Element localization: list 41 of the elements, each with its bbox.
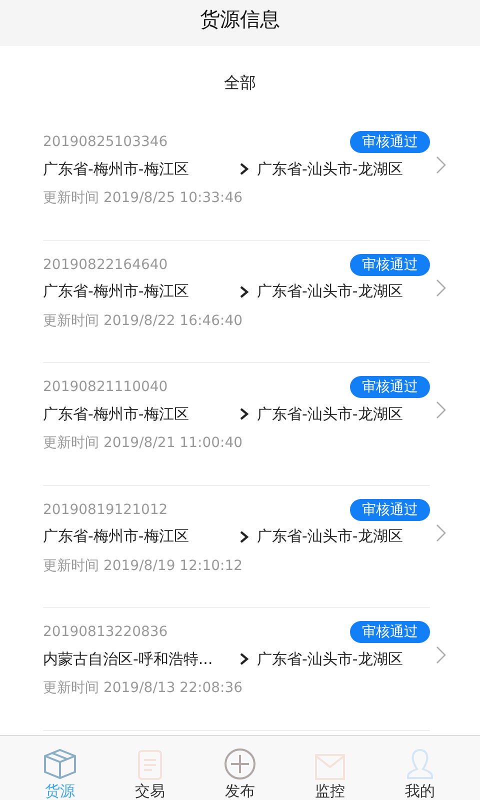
chevron-icon[interactable] bbox=[436, 524, 446, 542]
update-time: 更新时间 2019/8/25 10:33:46 bbox=[43, 190, 243, 206]
tab-item[interactable]: 我的 bbox=[390, 738, 450, 800]
origin-text: 广东省-梅州市-梅江区 bbox=[43, 282, 190, 302]
order-number: 20190813220836 bbox=[43, 624, 168, 640]
origin-text: 广东省-梅州市-梅江区 bbox=[43, 404, 190, 424]
destination-text: 广东省-汕头市-龙湖区 bbox=[257, 527, 403, 546]
destination-text: 广东省-汕头市-龙湖区 bbox=[257, 404, 403, 424]
order-number: 20190819121012 bbox=[43, 502, 168, 518]
mail-icon bbox=[315, 754, 345, 780]
tab-item[interactable]: 发布 bbox=[210, 738, 270, 800]
origin-text: 广东省-梅州市-梅江区 bbox=[43, 160, 190, 178]
filter-tab[interactable]: 全部 bbox=[224, 72, 256, 94]
destination-text: 广东省-汕头市-龙湖区 bbox=[257, 160, 403, 178]
origin-text: 内蒙古自治区-呼和浩特... bbox=[43, 650, 214, 669]
status-badge: 审核通过 bbox=[350, 621, 430, 644]
order-number: 20190825103346 bbox=[43, 134, 168, 150]
update-time: 更新时间 2019/8/19 12:10:12 bbox=[43, 558, 243, 574]
add-icon bbox=[224, 748, 256, 780]
chevron-icon[interactable] bbox=[436, 156, 446, 174]
destination-text: 广东省-汕头市-龙湖区 bbox=[257, 282, 403, 302]
tab-item[interactable]: 监控 bbox=[300, 738, 360, 800]
page-title: 货源信息 bbox=[200, 6, 280, 32]
destination-text: 广东省-汕头市-龙湖区 bbox=[257, 650, 403, 669]
chevron-icon[interactable] bbox=[436, 646, 446, 664]
origin-text: 广东省-梅州市-梅江区 bbox=[43, 527, 190, 546]
chevron-icon[interactable] bbox=[436, 278, 446, 297]
update-time: 更新时间 2019/8/13 22:08:36 bbox=[43, 680, 243, 696]
order-number: 20190821110040 bbox=[43, 379, 168, 396]
order-number: 20190822164640 bbox=[43, 256, 168, 273]
document-icon bbox=[138, 750, 162, 780]
status-badge: 审核通过 bbox=[350, 498, 430, 521]
chevron-icon[interactable] bbox=[436, 401, 446, 420]
status-badge: 审核通过 bbox=[350, 254, 430, 276]
update-time: 更新时间 2019/8/22 16:46:40 bbox=[43, 312, 243, 329]
update-time: 更新时间 2019/8/21 11:00:40 bbox=[43, 435, 243, 452]
status-badge: 审核通过 bbox=[350, 376, 430, 398]
box-icon bbox=[43, 748, 77, 780]
status-badge: 审核通过 bbox=[350, 131, 430, 153]
tab-item[interactable]: 交易 bbox=[120, 738, 180, 800]
user-icon bbox=[406, 748, 434, 780]
